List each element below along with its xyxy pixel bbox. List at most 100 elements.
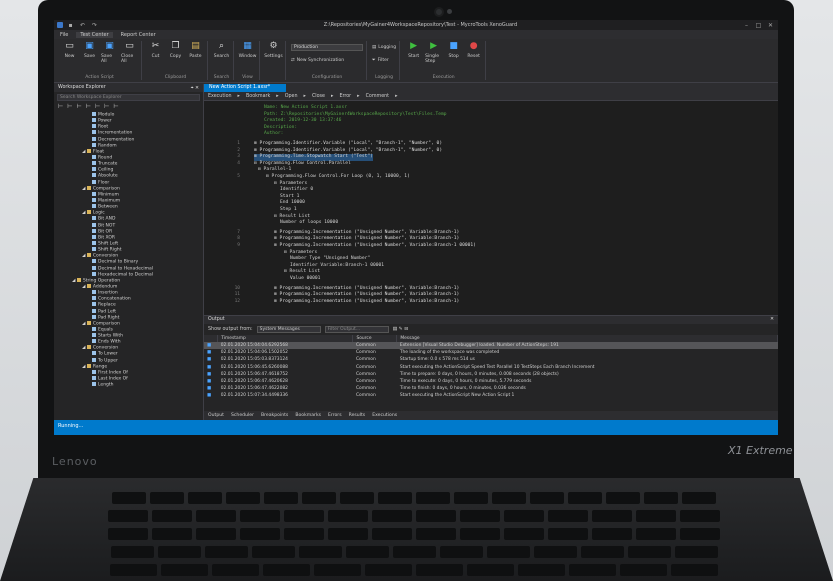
start-button[interactable]: ▶ Start (405, 41, 422, 75)
code-line[interactable]: ⊞ Programming.Incrementation ("Unsigned … (274, 292, 459, 299)
execution-button[interactable]: Execution (208, 94, 232, 99)
tree-tool-icon[interactable]: ⊢ (67, 103, 72, 111)
code-line[interactable]: Number of loops 10000 (280, 220, 338, 227)
table-row[interactable]: ■ 02.01.2020 15:06:47.4622082 Common Time t… (204, 385, 778, 392)
tree-item[interactable]: Length (54, 382, 203, 388)
tab-results[interactable]: Results (349, 413, 366, 418)
tree-tool-icon[interactable]: ⊢ (58, 103, 63, 111)
tab-bookmarks[interactable]: Bookmarks (295, 413, 321, 418)
message-cell: The loading of the workspace was complet… (399, 350, 500, 356)
output-filter-input[interactable]: Filter Output... (324, 326, 389, 333)
code-line[interactable]: ⊞ Programming.Incrementation ("Unsigned … (274, 243, 476, 250)
toolbar-icon[interactable]: ▸ (331, 94, 333, 99)
cut-button[interactable]: ✂ Cut (147, 41, 164, 75)
code-line[interactable]: Value 00001 (290, 276, 320, 283)
code-line[interactable]: ⊞ Programming.Incrementation ("Unsigned … (274, 299, 459, 306)
table-row[interactable]: ■ 02.01.2020 15:07:34.4498336 Common Start … (204, 392, 778, 399)
column-source[interactable]: Source (352, 335, 398, 342)
tree-tool-icon[interactable]: ⊢ (95, 103, 100, 111)
table-row[interactable]: ■ 02.01.2020 15:04:04.6292568 Common Extens… (204, 342, 778, 350)
output-close-icon[interactable]: ✕ (770, 317, 774, 323)
code-line[interactable]: Step 1 (280, 207, 297, 214)
output-panel: Output ✕ Show output from: System Messag… (204, 316, 778, 420)
menu-report-center[interactable]: Report Center (121, 32, 156, 38)
table-row[interactable]: ■ 02.01.2020 15:06:45.6260088 Common Start … (204, 364, 778, 371)
column-message[interactable]: Message (396, 335, 778, 342)
output-source-select[interactable]: System Messages (256, 326, 321, 333)
header-comment[interactable]: Author: (264, 131, 283, 138)
tree-tool-icon[interactable]: ⊢ (113, 103, 118, 111)
column-timestamp[interactable]: Timestamp (217, 335, 354, 342)
reset-button[interactable]: ● Reset (465, 41, 482, 75)
close-window-icon[interactable]: ✕ (766, 22, 775, 29)
tree-tool-icon[interactable]: ⊢ (104, 103, 109, 111)
tree-tool-icon[interactable]: ⊢ (76, 103, 81, 111)
code-text: Programming.Incrementation ("Unsigned Nu… (279, 285, 460, 291)
table-row[interactable]: ■ 02.01.2020 15:06:47.4620628 Common Time t… (204, 378, 778, 385)
code-line[interactable]: End 10000 (280, 200, 305, 207)
header-comment[interactable]: Created: 2019-12-30 13:37:46 (264, 118, 341, 125)
menu-test-center[interactable]: Test Center (76, 31, 113, 38)
single-step-button[interactable]: ▶ Single Step (425, 41, 442, 75)
redo-icon[interactable]: ↷ (90, 22, 99, 29)
code-line[interactable]: ⊞ Programming.Time.Stopwatch Start ("Tes… (254, 154, 373, 161)
new-button[interactable]: ▭ New (61, 41, 78, 75)
pin-icon[interactable]: ⌖ ✕ (191, 85, 199, 91)
output-table: Timestamp Source Message ■ 02.01.2020 15:04… (204, 335, 778, 400)
error-button[interactable]: Error (339, 94, 351, 99)
tree-item-label: Equals (98, 327, 113, 333)
close-button[interactable]: Close (312, 94, 325, 99)
tree-tool-icon[interactable]: ⊢ (86, 103, 91, 111)
toolbar-icon[interactable]: ▸ (238, 94, 240, 99)
explorer-search-input[interactable]: Search Workspace Explorer (57, 94, 200, 101)
logging-button[interactable]: ▤ Logging (372, 45, 396, 50)
save-all-button[interactable]: ▣ Save All (101, 41, 118, 75)
code-area[interactable]: Name: New Action Script 1.axsr Path: Z:\R… (204, 103, 778, 315)
settings-icon: ⚙ (269, 41, 278, 51)
configuration-select[interactable]: Production (291, 44, 363, 51)
comment-button[interactable]: Comment (366, 94, 390, 99)
minimize-icon[interactable]: – (742, 22, 751, 29)
tab-scheduler[interactable]: Scheduler (231, 413, 254, 418)
value-text: Value 00001 (290, 276, 321, 281)
explorer-title: Workspace Explorer (58, 85, 106, 90)
code-line[interactable]: ⊟ Programming.Flow Control.For Loop (0, … (266, 174, 410, 181)
paste-button[interactable]: ▤ Paste (187, 41, 204, 75)
document-tab[interactable]: New Action Script 1.axsr* (204, 84, 286, 92)
window-button[interactable]: ▦ Window (239, 41, 257, 75)
undo-icon[interactable]: ↶ (78, 22, 87, 29)
toolbar-icon[interactable]: ▸ (357, 94, 359, 99)
tab-breakpoints[interactable]: Breakpoints (261, 413, 288, 418)
tab-errors[interactable]: Errors (328, 413, 342, 418)
save-button[interactable]: ▣ Save (81, 41, 98, 75)
table-row[interactable]: ■ 02.01.2020 15:06:47.4618752 Common Time t… (204, 371, 778, 378)
code-line[interactable]: ⊞ Programming.Incrementation ("Unsigned … (274, 236, 459, 243)
maximize-icon[interactable]: □ (754, 22, 763, 29)
tab-executions[interactable]: Executions (372, 413, 397, 418)
search-button[interactable]: ⌕ Search (213, 41, 230, 75)
close-all-button[interactable]: ▭ Close All (121, 41, 138, 75)
settings-button[interactable]: ⚙ Settings (264, 41, 282, 80)
code-line[interactable]: Number Type "Unsigned Number" (290, 256, 370, 263)
code-line[interactable]: ⊟ Parallel-1 (258, 167, 291, 174)
tree-item-label: String Operation (82, 278, 121, 284)
new-synchronization-button[interactable]: ⇄ New Synchronization (291, 58, 363, 63)
bookmark-button[interactable]: Bookmark (246, 94, 270, 99)
code-line[interactable]: ⊞ Programming.Identifier.Variable ("Loca… (254, 141, 442, 148)
code-line[interactable]: Identifier 0 (280, 187, 313, 194)
open-button[interactable]: Open (285, 94, 298, 99)
menu-file[interactable]: File (60, 32, 68, 38)
toolbar-icon[interactable]: ▸ (304, 94, 306, 99)
copy-button[interactable]: ❐ Copy (167, 41, 184, 75)
save-quick-icon[interactable]: ▪ (66, 22, 75, 29)
clear-icon[interactable]: ▤ ✎ ⊟ (393, 327, 409, 332)
toolbar-icon[interactable]: ▸ (395, 94, 397, 99)
filter-button[interactable]: ⏷ Filter (372, 57, 396, 64)
stop-button[interactable]: ■ Stop (445, 41, 462, 75)
toolbar-icon[interactable]: ▸ (276, 94, 278, 99)
tab-output[interactable]: Output (208, 413, 224, 418)
code-line[interactable]: ⊟ Result List (284, 269, 320, 276)
table-row[interactable]: ■ 02.01.2020 15:04:06.1502052 Common The lo… (204, 349, 778, 356)
header-comment[interactable]: Name: New Action Script 1.axsr (264, 105, 347, 112)
table-row[interactable]: ■ 02.01.2020 15:05:03.8373124 Common Startu… (204, 356, 778, 363)
